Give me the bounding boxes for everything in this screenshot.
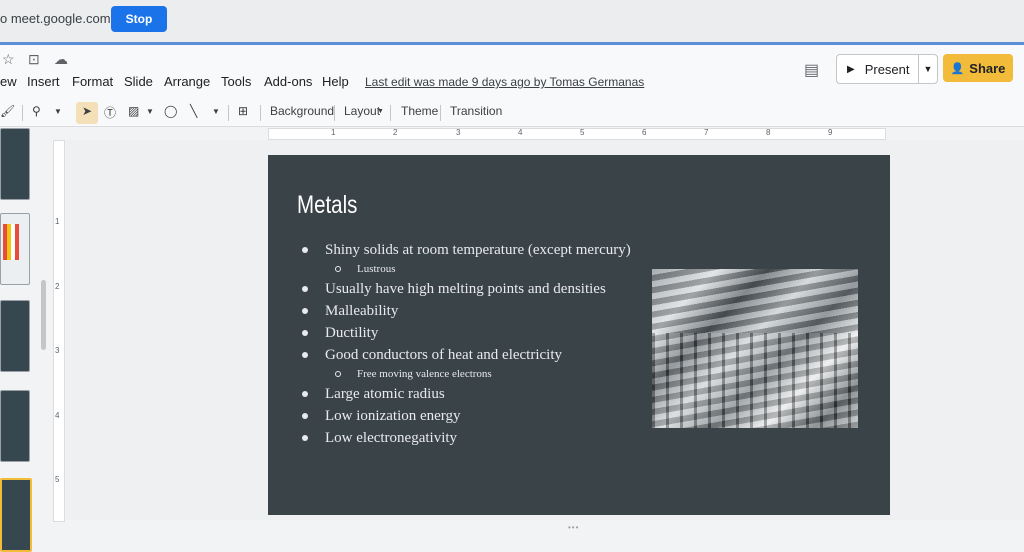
present-label: Present (864, 61, 910, 77)
ruler-tick-label: 7 (704, 128, 709, 137)
ruler-tick-label: 8 (766, 128, 771, 137)
ruler-tick-label: 1 (55, 217, 60, 226)
periodic-table-image (3, 224, 19, 260)
menu-add-ons[interactable]: Add-ons (264, 74, 312, 89)
bullet-item: Usually have high melting points and den… (300, 278, 631, 300)
metal-bars-image[interactable] (652, 269, 858, 428)
present-button[interactable]: ▶ Present ▼ (836, 54, 938, 84)
present-dropdown-icon[interactable]: ▼ (918, 55, 937, 83)
share-label: Share (969, 60, 1006, 76)
share-button[interactable]: 👤 Share (943, 54, 1013, 82)
stop-sharing-button[interactable]: Stop (111, 6, 167, 32)
menu-help[interactable]: Help (322, 74, 349, 89)
bullet-list[interactable]: Shiny solids at room temperature (except… (300, 239, 631, 449)
image-dropdown-icon[interactable]: ▼ (146, 107, 154, 116)
slide-thumbnail[interactable] (0, 213, 30, 285)
bullet-item: Shiny solids at room temperature (except… (300, 239, 631, 261)
ruler-tick-label: 2 (393, 128, 398, 137)
menu-format[interactable]: Format (72, 74, 113, 89)
slide-thumbnail[interactable] (0, 300, 30, 372)
present-icon: ▶ (847, 63, 855, 75)
menu-view[interactable]: ew (0, 74, 17, 89)
line-dropdown-icon[interactable]: ▼ (212, 107, 220, 116)
image-icon[interactable]: ▨ (128, 104, 139, 118)
vertical-ruler[interactable]: 1 2 3 4 5 (53, 140, 65, 522)
ruler-tick-label: 4 (518, 128, 523, 137)
transition-button[interactable]: Transition (450, 104, 502, 118)
ruler-tick-label: 2 (55, 282, 60, 291)
app-header: ☆ ⊡ ☁ ew Insert Format Slide Arrange Too… (0, 45, 1024, 100)
menu-insert[interactable]: Insert (27, 74, 60, 89)
toolbar-divider (390, 105, 391, 121)
horizontal-ruler[interactable]: 1 2 3 4 5 6 7 8 9 (268, 128, 886, 140)
ruler-tick-label: 6 (642, 128, 647, 137)
background-button[interactable]: Background (270, 104, 334, 118)
ruler-tick-label: 5 (55, 475, 60, 484)
last-edit-link[interactable]: Last edit was made 9 days ago by Tomas G… (365, 75, 644, 89)
toolbar-divider (228, 105, 229, 121)
menu-tools[interactable]: Tools (221, 74, 251, 89)
screen-share-bar: o meet.google.com Stop (0, 0, 1024, 42)
person-icon: 👤 (950, 62, 965, 75)
menu-slide[interactable]: Slide (124, 74, 153, 89)
filmstrip-scrollbar[interactable] (41, 280, 46, 350)
text-box-icon[interactable]: Ⓣ (104, 104, 116, 121)
bullet-item: Malleability (300, 300, 631, 322)
ruler-tick-label: 3 (456, 128, 461, 137)
speaker-notes-handle[interactable]: ••• (568, 523, 579, 532)
menu-arrange[interactable]: Arrange (164, 74, 210, 89)
ruler-tick-label: 3 (55, 346, 60, 355)
zoom-dropdown-icon[interactable]: ▼ (54, 107, 62, 116)
ruler-tick-label: 4 (55, 411, 60, 420)
line-icon[interactable]: ╲ (190, 104, 197, 118)
bullet-item: Good conductors of heat and electricity (300, 344, 631, 366)
zoom-icon[interactable]: ⚲ (32, 104, 41, 118)
add-comment-icon[interactable]: ⊞ (238, 104, 248, 118)
sub-bullet-item: Free moving valence electrons (300, 366, 631, 383)
slide[interactable]: Metals Shiny solids at room temperature … (268, 155, 890, 515)
toolbar-divider (260, 105, 261, 121)
bullet-item: Low electronegativity (300, 427, 631, 449)
paint-format-icon[interactable]: 🖌 (0, 104, 15, 118)
ruler-tick-label: 9 (828, 128, 833, 137)
theme-button[interactable]: Theme (401, 104, 438, 118)
bullet-item: Low ionization energy (300, 405, 631, 427)
comment-icon[interactable]: ▤ (804, 60, 819, 80)
bullet-item: Large atomic radius (300, 383, 631, 405)
move-to-folder-icon[interactable]: ⊡ (28, 51, 40, 68)
bullet-item: Ductility (300, 322, 631, 344)
slide-title[interactable]: Metals (297, 191, 357, 220)
layout-dropdown-icon[interactable]: ▼ (377, 108, 384, 115)
sub-bullet-item: Lustrous (300, 261, 631, 278)
ruler-tick-label: 1 (331, 128, 336, 137)
sharing-text: o meet.google.com (0, 11, 111, 26)
metal-bars-texture (652, 332, 858, 428)
slide-filmstrip (0, 128, 40, 552)
slide-thumbnail-selected[interactable] (0, 478, 32, 552)
layout-button[interactable]: Layout (344, 104, 380, 118)
cloud-status-icon[interactable]: ☁ (54, 51, 68, 68)
slide-thumbnail[interactable] (0, 128, 30, 200)
toolbar-divider (22, 105, 23, 121)
shape-icon[interactable]: ◯ (164, 104, 177, 118)
toolbar-divider (334, 105, 335, 121)
slide-thumbnail[interactable] (0, 390, 30, 462)
toolbar: 🖌 ⚲ ▼ ➤ Ⓣ ▨ ▼ ◯ ╲ ▼ ⊞ Background Layout … (0, 100, 1024, 127)
ruler-tick-label: 5 (580, 128, 585, 137)
toolbar-divider (440, 105, 441, 121)
star-icon[interactable]: ☆ (2, 51, 15, 68)
select-cursor-icon[interactable]: ➤ (82, 104, 92, 118)
